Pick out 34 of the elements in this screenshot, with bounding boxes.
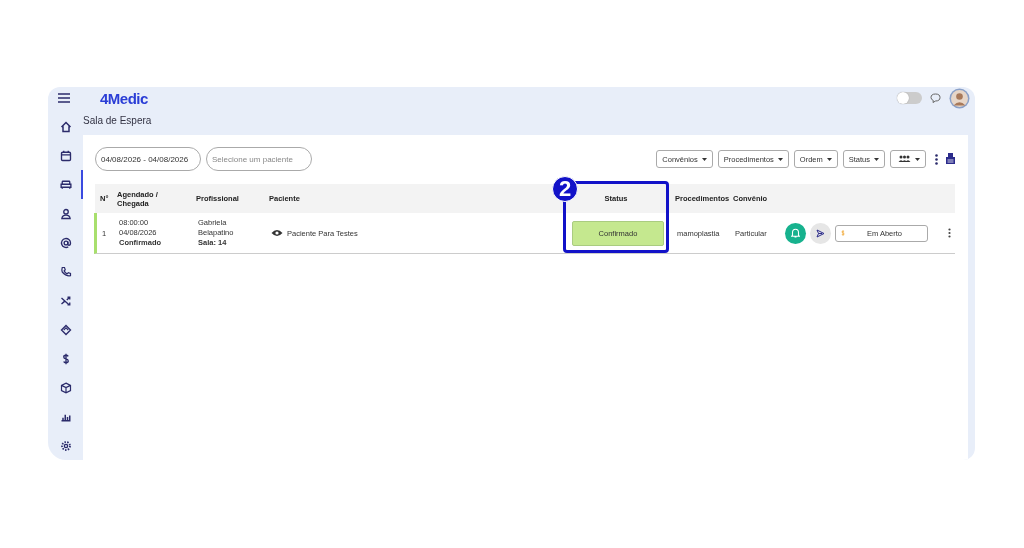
eye-icon[interactable] bbox=[271, 229, 283, 237]
send-button[interactable] bbox=[810, 222, 831, 244]
calendar-icon bbox=[59, 149, 72, 162]
person-icon bbox=[59, 207, 72, 220]
patient-field[interactable]: Selecione um paciente bbox=[206, 147, 312, 171]
step-badge: 2 bbox=[552, 176, 578, 202]
caret-icon bbox=[915, 157, 920, 161]
bell-button[interactable] bbox=[785, 222, 806, 244]
more-icon[interactable] bbox=[935, 153, 938, 165]
home-icon bbox=[59, 120, 72, 133]
tag-icon bbox=[59, 323, 72, 336]
phone-icon bbox=[59, 265, 72, 278]
printer-icon[interactable] bbox=[945, 153, 956, 165]
send-icon bbox=[816, 228, 825, 238]
group-dropdown-button[interactable] bbox=[890, 150, 926, 168]
bell-icon bbox=[791, 228, 800, 238]
more-icon[interactable] bbox=[948, 228, 951, 238]
people-icon bbox=[898, 155, 911, 163]
sofa-icon bbox=[59, 178, 72, 191]
shuffle-icon bbox=[59, 294, 72, 307]
gear-icon bbox=[59, 439, 72, 452]
caret-icon bbox=[777, 157, 783, 161]
caret-icon bbox=[826, 157, 832, 161]
chat-icon[interactable] bbox=[930, 93, 941, 103]
menu-icon[interactable] bbox=[58, 93, 70, 103]
caret-icon bbox=[701, 157, 707, 161]
toggle-switch[interactable] bbox=[897, 92, 922, 104]
brand-logo: 4Medic bbox=[100, 89, 148, 107]
cube-icon bbox=[59, 381, 72, 394]
at-icon bbox=[59, 236, 72, 249]
page-title: Sala de Espera bbox=[83, 114, 153, 128]
avatar[interactable] bbox=[949, 87, 970, 109]
caret-icon bbox=[874, 157, 879, 161]
dollar-icon bbox=[840, 228, 846, 238]
